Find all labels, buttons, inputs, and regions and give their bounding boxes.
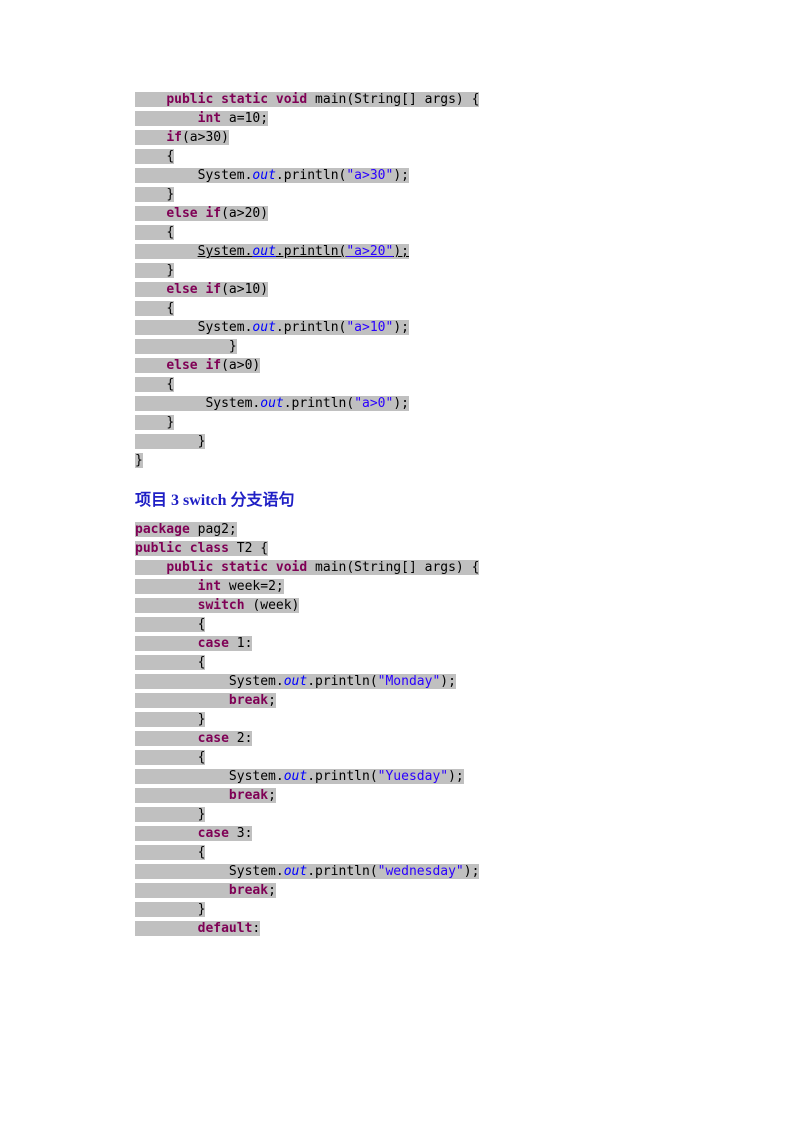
code-line: case 1: bbox=[135, 634, 659, 653]
code-line: else if(a>0) bbox=[135, 356, 659, 375]
code-line: break; bbox=[135, 881, 659, 900]
code-line: int a=10; bbox=[135, 109, 659, 128]
code-line: System.out.println("Monday"); bbox=[135, 672, 659, 691]
code-line: { bbox=[135, 147, 659, 166]
code-line: } bbox=[135, 413, 659, 432]
code-line: } bbox=[135, 900, 659, 919]
code-line: case 3: bbox=[135, 824, 659, 843]
section-heading: 项目 3 switch 分支语句 bbox=[135, 486, 659, 510]
code-line: { bbox=[135, 653, 659, 672]
code-line: } bbox=[135, 432, 659, 451]
code-line: } bbox=[135, 451, 659, 470]
code-line: break; bbox=[135, 691, 659, 710]
code-line: switch (week) bbox=[135, 596, 659, 615]
code-line: else if(a>20) bbox=[135, 204, 659, 223]
code-line: { bbox=[135, 615, 659, 634]
code-line: { bbox=[135, 375, 659, 394]
code-line: { bbox=[135, 843, 659, 862]
code-line: System.out.println("Yuesday"); bbox=[135, 767, 659, 786]
code-line: System.out.println("a>20"); bbox=[135, 242, 659, 261]
code-line: } bbox=[135, 337, 659, 356]
code-line: int week=2; bbox=[135, 577, 659, 596]
document-page: public static void main(String[] args) {… bbox=[0, 0, 794, 1123]
code-line: public class T2 { bbox=[135, 539, 659, 558]
code-line: { bbox=[135, 223, 659, 242]
code-line: case 2: bbox=[135, 729, 659, 748]
code-line: } bbox=[135, 185, 659, 204]
code-line: public static void main(String[] args) { bbox=[135, 558, 659, 577]
code-line: { bbox=[135, 748, 659, 767]
code-line: public static void main(String[] args) { bbox=[135, 90, 659, 109]
code-line: System.out.println("wednesday"); bbox=[135, 862, 659, 881]
code-line: package pag2; bbox=[135, 520, 659, 539]
code-line: } bbox=[135, 261, 659, 280]
code-line: System.out.println("a>0"); bbox=[135, 394, 659, 413]
code-line: System.out.println("a>30"); bbox=[135, 166, 659, 185]
code-line: if(a>30) bbox=[135, 128, 659, 147]
code-line: } bbox=[135, 805, 659, 824]
code-line: { bbox=[135, 299, 659, 318]
code-line: break; bbox=[135, 786, 659, 805]
code-line: else if(a>10) bbox=[135, 280, 659, 299]
code-line: default: bbox=[135, 919, 659, 938]
code-line: } bbox=[135, 710, 659, 729]
code-line: System.out.println("a>10"); bbox=[135, 318, 659, 337]
